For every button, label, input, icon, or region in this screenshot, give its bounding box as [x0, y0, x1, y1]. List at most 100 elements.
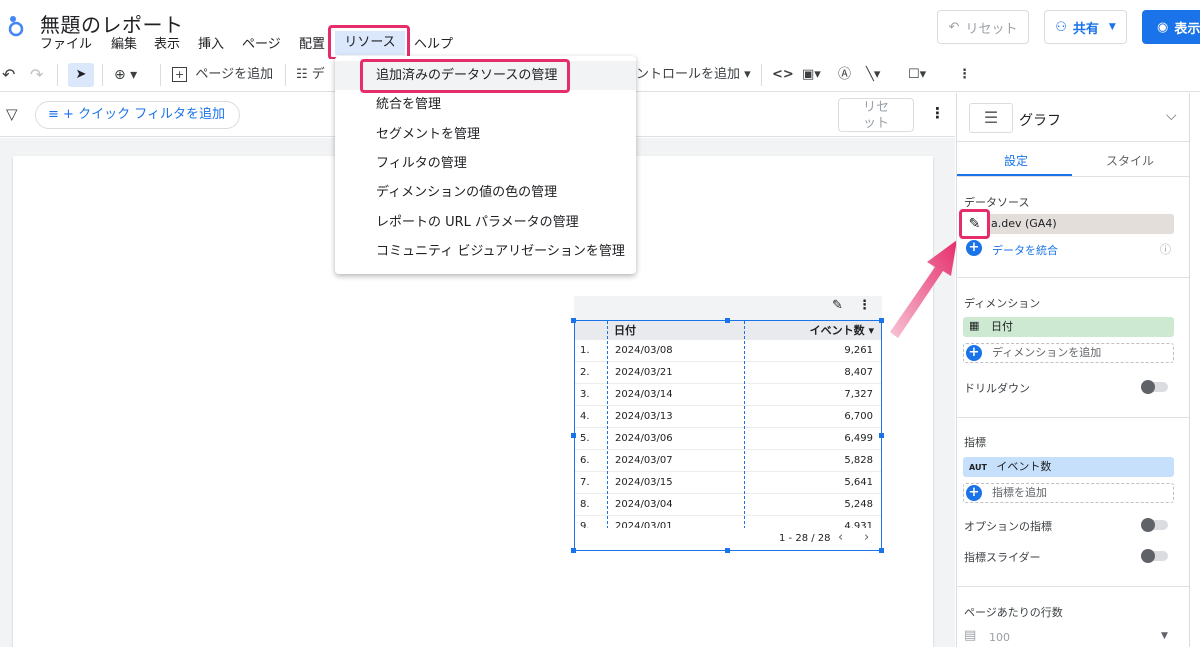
resize-handle[interactable] [879, 548, 884, 553]
resize-handle[interactable] [571, 548, 576, 553]
chevron-down-icon[interactable]: ▼ [1109, 22, 1116, 32]
share-button[interactable]: ⚇ 共有 ▼ [1044, 10, 1127, 44]
dropdown-arrow-icon[interactable]: ▼ [1161, 631, 1168, 641]
row-event-count: 8,407 [844, 367, 873, 378]
drilldown-toggle[interactable] [1141, 380, 1168, 394]
menu-item-manage-community-viz[interactable]: コミュニティ ビジュアリゼーションを管理 [376, 242, 625, 262]
table-footer [575, 528, 881, 550]
table-rows-icon: ▤ [964, 628, 977, 643]
menu-item-manage-blends[interactable]: 統合を管理 [376, 95, 441, 115]
redo-icon[interactable]: ↷ [30, 64, 43, 86]
menu-file[interactable]: ファイル [40, 35, 92, 55]
table-row[interactable]: 5. 2024/03/06 6,499 [575, 428, 881, 450]
divider [957, 417, 1189, 418]
menu-item-manage-dimension-colors[interactable]: ディメンションの値の色の管理 [376, 183, 557, 203]
row-date: 2024/03/14 [615, 389, 673, 400]
menu-arrange[interactable]: 配置 [299, 35, 325, 55]
row-number: 1. [580, 345, 590, 356]
tab-setup[interactable]: 設定 [1004, 152, 1028, 169]
help-icon[interactable]: ⓘ [1160, 241, 1171, 257]
table-row[interactable]: 7. 2024/03/15 5,641 [575, 472, 881, 494]
report-title[interactable]: 無題のレポート [40, 9, 184, 38]
column-guide [607, 321, 608, 549]
add-metric-field[interactable]: 指標を追加 [963, 483, 1174, 503]
undo-icon[interactable]: ↶ [2, 64, 15, 86]
row-date: 2024/03/13 [615, 411, 673, 422]
quick-filter-button[interactable]: ≡ + クイック フィルタを追加 [35, 101, 240, 129]
chevron-down-icon[interactable]: ⌵ [1166, 108, 1177, 124]
image-icon[interactable]: ▣▾ [802, 64, 821, 86]
looker-studio-logo-icon[interactable] [6, 14, 26, 38]
column-header-events[interactable]: イベント数 ▾ [790, 321, 874, 340]
optional-metrics-toggle[interactable] [1141, 518, 1168, 532]
row-number: 2. [580, 367, 590, 378]
metric-chip-events[interactable]: AUT イベント数 [963, 457, 1174, 477]
add-data-button[interactable]: ☷ デ [296, 64, 325, 86]
edit-datasource-pencil-icon[interactable]: ✎ [959, 209, 990, 239]
table-row[interactable]: 3. 2024/03/14 7,327 [575, 384, 881, 406]
table-row[interactable]: 1. 2024/03/08 9,261 [575, 340, 881, 362]
resource-highlight-box [328, 25, 410, 60]
resize-handle[interactable] [725, 318, 730, 323]
zoom-icon[interactable]: ⊕ ▾ [114, 64, 137, 86]
table-chart-icon[interactable]: ☰ [969, 103, 1013, 133]
toggle-knob [1141, 549, 1155, 563]
line-icon[interactable]: ╲▾ [866, 64, 880, 86]
metric-heading: 指標 [964, 436, 986, 449]
resize-handle[interactable] [725, 548, 730, 553]
filter-icon[interactable]: ▽ [6, 105, 18, 123]
menu-item-manage-url-params[interactable]: レポートの URL パラメータの管理 [376, 213, 579, 233]
table-row[interactable]: 2. 2024/03/21 8,407 [575, 362, 881, 384]
menu-edit[interactable]: 編集 [111, 35, 137, 55]
menu-view[interactable]: 表示 [154, 35, 180, 55]
menu-item-manage-filters[interactable]: フィルタの管理 [376, 154, 467, 174]
embed-code-icon[interactable]: <> [772, 64, 794, 86]
row-event-count: 7,327 [844, 389, 873, 400]
rows-per-page-value[interactable]: 100 [989, 631, 1010, 644]
menu-item-manage-segments[interactable]: セグメントを管理 [376, 125, 480, 145]
resize-handle[interactable] [571, 433, 576, 438]
add-circle-icon[interactable]: + [966, 345, 982, 361]
more-vert-icon[interactable]: ⋮ [930, 104, 945, 122]
edit-pencil-icon[interactable]: ✎ [832, 298, 843, 313]
row-number: 3. [580, 389, 590, 400]
column-header-date[interactable]: 日付 [614, 321, 636, 340]
toolbar-divider [160, 64, 161, 86]
metric-slider-label: 指標スライダー [964, 551, 1041, 564]
more-vert-icon[interactable]: ⋮ [858, 298, 871, 313]
table-row[interactable]: 4. 2024/03/13 6,700 [575, 406, 881, 428]
blend-data-link[interactable]: データを統合 [992, 242, 1058, 258]
reset-button[interactable]: ↶ リセット [937, 10, 1029, 44]
row-number: 4. [580, 411, 590, 422]
menu-page[interactable]: ページ [242, 35, 281, 55]
add-dimension-field[interactable]: ディメンションを追加 [963, 343, 1174, 363]
row-event-count: 6,499 [844, 433, 873, 444]
text-icon[interactable]: Ⓐ [838, 64, 851, 86]
select-cursor-icon[interactable]: ➤ [68, 63, 94, 87]
dimension-chip-date[interactable]: 日付 [963, 317, 1174, 337]
optional-metrics-label: オプションの指標 [964, 520, 1052, 533]
add-circle-icon[interactable]: + [966, 240, 982, 256]
add-page-button[interactable]: + ページを追加 [172, 64, 273, 86]
datasource-chip[interactable]: a.dev (GA4) [963, 214, 1174, 234]
more-vert-icon[interactable]: ⋮ [958, 64, 971, 86]
resize-handle[interactable] [879, 433, 884, 438]
menu-insert[interactable]: 挿入 [198, 35, 224, 55]
resize-handle[interactable] [571, 318, 576, 323]
row-date: 2024/03/07 [615, 455, 673, 466]
shape-icon[interactable]: ☐▾ [908, 64, 926, 86]
divider [957, 277, 1189, 278]
tab-style[interactable]: スタイル [1106, 152, 1154, 169]
filter-reset-button[interactable]: リセ ット [838, 98, 914, 132]
view-button[interactable]: ◉ 表示 [1142, 10, 1200, 44]
table-row[interactable]: 6. 2024/03/07 5,828 [575, 450, 881, 472]
menu-help[interactable]: ヘルプ [414, 35, 453, 55]
resize-handle[interactable] [879, 318, 884, 323]
chevron-left-icon[interactable]: ‹ [838, 530, 843, 545]
metric-slider-toggle[interactable] [1141, 549, 1168, 563]
row-event-count: 6,700 [844, 411, 873, 422]
add-control-button[interactable]: ントロールを追加 ▾ [636, 64, 751, 86]
add-circle-icon[interactable]: + [966, 485, 982, 501]
chevron-right-icon[interactable]: › [864, 530, 869, 545]
table-row[interactable]: 8. 2024/03/04 5,248 [575, 494, 881, 516]
